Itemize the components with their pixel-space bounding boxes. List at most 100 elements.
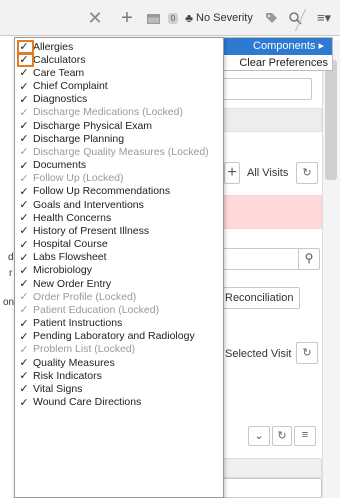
background-input-2[interactable] — [222, 248, 300, 270]
component-item[interactable]: ✓ Calculators — [15, 53, 223, 67]
component-item[interactable]: ✓ Allergies — [15, 40, 223, 54]
background-table-row — [222, 478, 322, 498]
checkmark-icon: ✓ — [19, 278, 29, 291]
checkmark-icon: ✓ — [19, 133, 29, 146]
component-item-label: Wound Care Directions — [33, 396, 142, 409]
checkmark-icon: ✓ — [19, 330, 29, 343]
component-item-label: Risk Indicators — [33, 369, 102, 382]
checkmark-icon: ✓ — [19, 370, 29, 383]
checkmark-icon: ✓ — [19, 93, 29, 106]
component-item-label: Problem List (Locked) — [33, 343, 136, 356]
dropdown-button[interactable]: ⌄ — [248, 426, 270, 446]
component-item[interactable]: ✓ Care Team — [15, 66, 223, 80]
checkmark-icon: ✓ — [19, 146, 29, 159]
components-checklist: ✓ Allergies ✓ Calculators ✓ Care Team ✓ Chief C… — [14, 37, 224, 498]
component-item[interactable]: ✓ Pending Laboratory and Radiology — [15, 330, 223, 343]
component-item[interactable]: ✓ Patient Instructions — [15, 317, 223, 330]
checkmark-icon: ✓ — [19, 343, 29, 356]
component-item[interactable]: ✓ New Order Entry — [15, 277, 223, 291]
component-item[interactable]: ✓ Patient Education (Locked) — [15, 303, 223, 317]
search-button[interactable]: ⚲ — [298, 248, 320, 270]
component-item[interactable]: ✓ Discharge Medications (Locked) — [15, 106, 223, 119]
component-item[interactable]: ✓ Health Concerns — [15, 211, 223, 225]
selected-visit-label[interactable]: Selected Visit — [225, 348, 291, 360]
background-input-1[interactable] — [222, 78, 312, 100]
checkmark-icon: ✓ — [19, 159, 29, 172]
checkmark-icon: ✓ — [19, 120, 29, 133]
list-menu-button[interactable]: ≡ — [294, 426, 316, 446]
checkmark-icon: ✓ — [19, 199, 29, 212]
component-item[interactable]: ✓ Risk Indicators — [15, 369, 223, 383]
component-item-label: Calculators — [33, 53, 86, 66]
count-badge: 0 — [166, 0, 180, 36]
component-item-label: Discharge Quality Measures (Locked) — [33, 145, 209, 158]
component-item[interactable]: ✓ Wound Care Directions — [15, 396, 223, 409]
checkmark-icon: ✓ — [19, 225, 29, 238]
component-item[interactable]: ✓ Quality Measures — [15, 356, 223, 370]
component-item-label: Vital Signs — [33, 382, 83, 395]
menu-icon[interactable]: ≡▾ — [310, 0, 338, 36]
component-item[interactable]: ✓ Problem List (Locked) — [15, 343, 223, 356]
component-item-label: Patient Instructions — [33, 317, 123, 330]
add-visit-button[interactable]: + — [224, 162, 240, 184]
scrollbar-thumb[interactable] — [325, 60, 337, 180]
clear-preferences-item[interactable]: Clear Preferences — [223, 55, 332, 72]
checkmark-icon: ✓ — [19, 251, 29, 264]
component-item[interactable]: ✓ Hospital Course — [15, 238, 223, 251]
component-item[interactable]: ✓ Discharge Quality Measures (Locked) — [15, 145, 223, 159]
checkmark-icon: ✓ — [19, 291, 29, 304]
component-item-label: Goals and Interventions — [33, 198, 144, 211]
component-item-label: Patient Education (Locked) — [33, 303, 160, 316]
component-item-label: Follow Up Recommendations — [33, 185, 171, 198]
checkmark-icon: ✓ — [19, 396, 29, 409]
component-item-label: Discharge Medications (Locked) — [33, 106, 183, 119]
add-icon[interactable]: + — [115, 0, 139, 36]
left-edge-fragment-r: r — [9, 268, 13, 279]
components-menu-item[interactable]: Components ▸ — [223, 38, 332, 55]
component-item[interactable]: ✓ Follow Up Recommendations — [15, 185, 223, 198]
refresh-button-1[interactable]: ↻ — [296, 162, 318, 184]
checkmark-icon: ✓ — [19, 106, 29, 119]
component-item-label: Pending Laboratory and Radiology — [33, 330, 195, 343]
background-table-header — [222, 458, 322, 478]
component-item[interactable]: ✓ Diagnostics — [15, 93, 223, 106]
checkmark-icon: ✓ — [19, 383, 29, 396]
checkmark-icon: ✓ — [19, 238, 29, 251]
component-item[interactable]: ✓ Discharge Physical Exam — [15, 119, 223, 133]
component-item-label: Follow Up (Locked) — [33, 172, 124, 185]
checkmark-icon: ✓ — [19, 264, 29, 277]
checkmark-icon: ✓ — [19, 212, 29, 225]
checkmark-icon: ✓ — [19, 185, 29, 198]
component-item-label: Care Team — [33, 66, 85, 79]
close-icon[interactable]: ✕ — [83, 0, 107, 36]
component-item[interactable]: ✓ Follow Up (Locked) — [15, 172, 223, 185]
checkbox-highlight — [17, 52, 34, 67]
component-item[interactable]: ✓ Documents — [15, 159, 223, 172]
component-item[interactable]: ✓ Discharge Planning — [15, 132, 223, 146]
reconciliation-label: Reconciliation — [225, 292, 294, 304]
component-item[interactable]: ✓ Order Profile (Locked) — [15, 290, 223, 304]
component-item-label: Chief Complaint — [33, 80, 108, 93]
all-visits-label[interactable]: All Visits — [247, 167, 288, 179]
calendar-icon[interactable] — [143, 0, 163, 36]
severity-filter[interactable]: ♣ No Severity — [185, 0, 253, 36]
component-item-label: Discharge Physical Exam — [33, 119, 153, 132]
component-item[interactable]: ✓ Vital Signs — [15, 382, 223, 396]
alert-banner — [222, 195, 322, 229]
component-item[interactable]: ✓ Labs Flowsheet — [15, 251, 223, 264]
checkmark-icon: ✓ — [19, 80, 29, 93]
components-panel: Components ▸ Clear Preferences — [222, 37, 333, 71]
component-item-label: Order Profile (Locked) — [33, 290, 137, 303]
refresh-button-3[interactable]: ↻ — [272, 426, 292, 446]
component-item-label: Quality Measures — [33, 356, 115, 369]
refresh-button-2[interactable]: ↻ — [296, 342, 318, 364]
component-item[interactable]: ✓ Microbiology — [15, 264, 223, 277]
component-item-label: Diagnostics — [33, 93, 88, 106]
component-item[interactable]: ✓ Chief Complaint — [15, 80, 223, 93]
component-item-label: Discharge Planning — [33, 132, 125, 145]
component-item[interactable]: ✓ Goals and Interventions — [15, 198, 223, 212]
people-icon: ♣ — [185, 11, 193, 25]
component-item-label: Labs Flowsheet — [33, 251, 107, 264]
tag-icon[interactable] — [262, 0, 280, 36]
component-item[interactable]: ✓ History of Present Illness — [15, 224, 223, 238]
